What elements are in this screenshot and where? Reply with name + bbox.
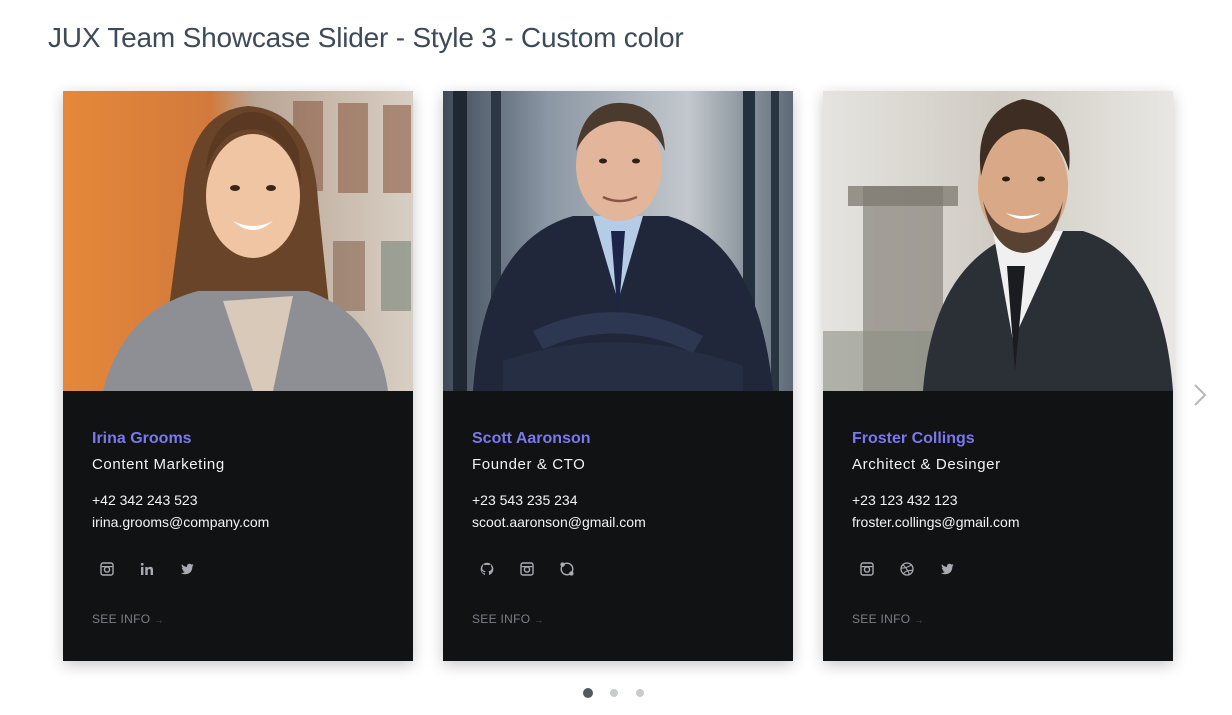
- page-title: JUX Team Showcase Slider - Style 3 - Cus…: [48, 22, 684, 53]
- team-card: Froster Collings Architect & Desinger +2…: [823, 91, 1173, 661]
- pagination-dot[interactable]: [583, 688, 593, 698]
- twitter-icon[interactable]: [179, 561, 195, 577]
- see-info-link[interactable]: SEE INFO →: [852, 612, 924, 626]
- instagram-icon[interactable]: [859, 561, 875, 577]
- member-phone: +23 123 432 123: [852, 492, 958, 508]
- member-name: Irina Grooms: [92, 430, 192, 447]
- chevron-right-icon[interactable]: [1189, 380, 1211, 410]
- github-icon[interactable]: [479, 561, 495, 577]
- arrow-right-icon: →: [534, 615, 544, 625]
- social-links: [99, 561, 195, 577]
- dribbble-icon[interactable]: [899, 561, 915, 577]
- social-links: [479, 561, 575, 577]
- member-role: Founder & CTO: [472, 456, 586, 473]
- see-info-label: SEE INFO: [852, 612, 911, 626]
- member-photo: [443, 91, 793, 391]
- member-phone: +42 342 243 523: [92, 492, 198, 508]
- social-links: [859, 561, 955, 577]
- pagination-dot[interactable]: [610, 689, 618, 697]
- pagination-dot[interactable]: [636, 689, 644, 697]
- member-email: scoot.aaronson@gmail.com: [472, 514, 646, 530]
- member-email: froster.collings@gmail.com: [852, 514, 1020, 530]
- arrow-right-icon: →: [914, 615, 924, 625]
- team-card: Scott Aaronson Founder & CTO +23 543 235…: [443, 91, 793, 661]
- instagram-icon[interactable]: [99, 561, 115, 577]
- skype-icon[interactable]: [559, 561, 575, 577]
- team-card: Irina Grooms Content Marketing +42 342 2…: [63, 91, 413, 661]
- member-phone: +23 543 235 234: [472, 492, 578, 508]
- see-info-link[interactable]: SEE INFO →: [472, 612, 544, 626]
- see-info-link[interactable]: SEE INFO →: [92, 612, 164, 626]
- slider-pagination: [583, 688, 645, 698]
- linkedin-icon[interactable]: [139, 561, 155, 577]
- see-info-label: SEE INFO: [472, 612, 531, 626]
- member-photo: [823, 91, 1173, 391]
- arrow-right-icon: →: [154, 615, 164, 625]
- member-photo: [63, 91, 413, 391]
- member-role: Architect & Desinger: [852, 456, 1001, 473]
- see-info-label: SEE INFO: [92, 612, 151, 626]
- member-role: Content Marketing: [92, 456, 225, 473]
- instagram-icon[interactable]: [519, 561, 535, 577]
- member-name: Scott Aaronson: [472, 430, 591, 447]
- twitter-icon[interactable]: [939, 561, 955, 577]
- member-name: Froster Collings: [852, 430, 975, 447]
- team-slider: Irina Grooms Content Marketing +42 342 2…: [63, 91, 1173, 661]
- member-email: irina.grooms@company.com: [92, 514, 270, 530]
